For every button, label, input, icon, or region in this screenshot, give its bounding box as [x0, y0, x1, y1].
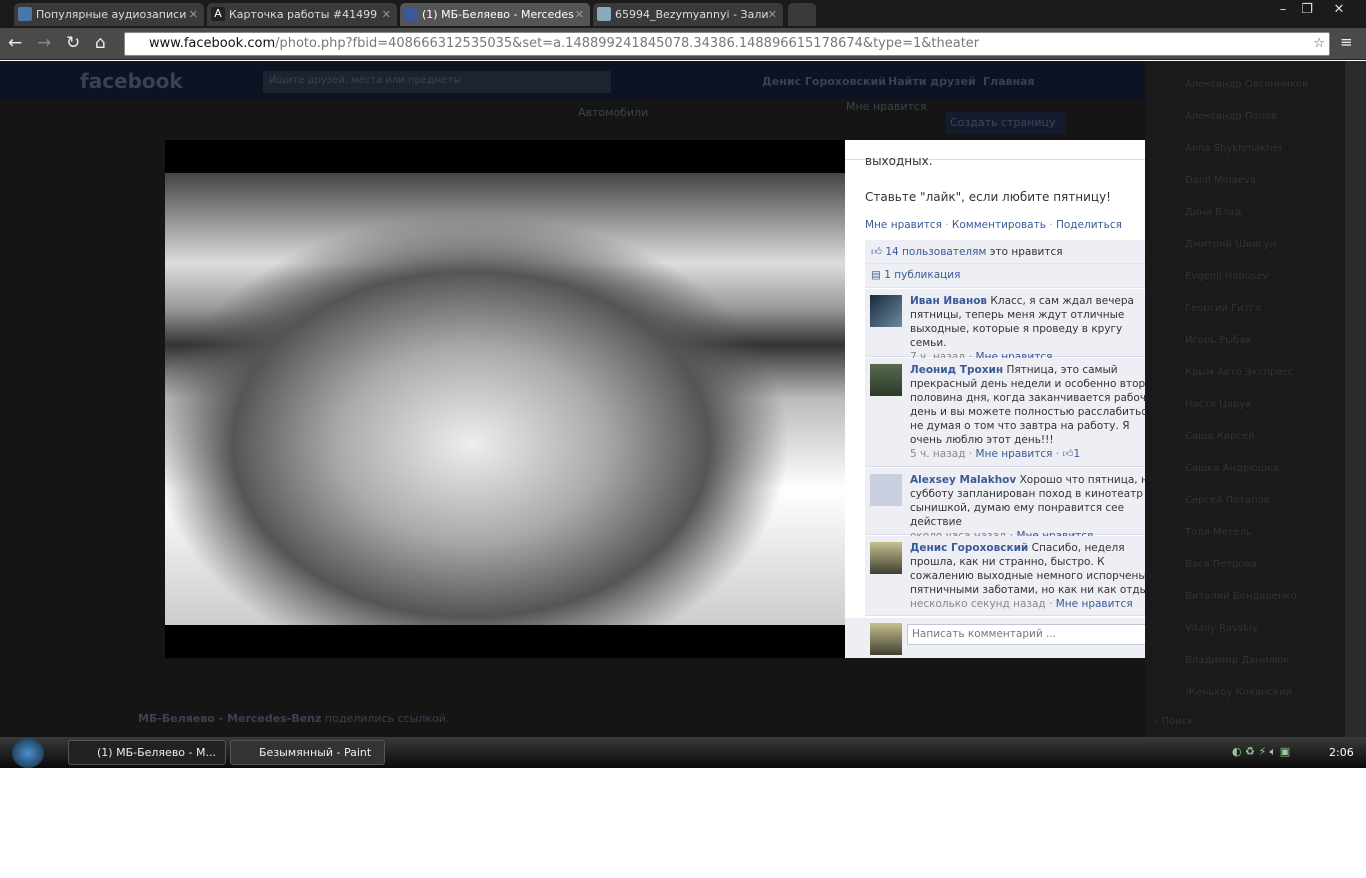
- home-icon[interactable]: ⌂: [95, 33, 106, 53]
- facebook-icon: [404, 7, 418, 21]
- comment-author[interactable]: Леонид Трохин: [910, 364, 1003, 376]
- taskbar-paint[interactable]: Безымянный - Paint: [230, 740, 385, 765]
- a-icon: A: [211, 7, 225, 21]
- profile-link[interactable]: Денис Гороховский: [762, 75, 886, 88]
- likes-summary: 👍︎ 14 пользователям это нравится: [865, 240, 1165, 264]
- share-doc-icon: ▤: [871, 269, 881, 281]
- comment-author[interactable]: Alexsey Malakhov: [910, 474, 1016, 486]
- comment-composer: Написать комментарий ...: [845, 618, 1185, 658]
- share-link[interactable]: Поделиться: [1056, 219, 1122, 231]
- avatar[interactable]: [870, 542, 902, 574]
- tray-icons[interactable]: ◐ ♻ ⚡ 🔈︎ ▣: [1232, 745, 1290, 759]
- start-button[interactable]: [12, 738, 44, 768]
- facebook-page-dimmed: facebook Ищите друзей, места или предмет…: [0, 61, 1366, 737]
- avatar[interactable]: [870, 295, 902, 327]
- avatar-default[interactable]: [870, 474, 902, 506]
- chat-friend[interactable]: Дмитрий Швигун: [1185, 239, 1276, 250]
- clock[interactable]: 2:06: [1329, 746, 1354, 759]
- chat-search[interactable]: ⌕ Поиск: [1145, 711, 1345, 737]
- thumbs-up-icon: 👍︎: [871, 246, 882, 258]
- address-bar[interactable]: www.facebook.com/photo.php?fbid=40866631…: [124, 32, 1330, 56]
- find-friends-link[interactable]: Найти друзей: [888, 75, 976, 88]
- chat-friend[interactable]: Vitaliy Ravskiy: [1185, 623, 1258, 634]
- chat-friend[interactable]: Георгий Гитгл: [1185, 303, 1261, 314]
- search-input[interactable]: Ищите друзей, места или предметы: [263, 71, 611, 93]
- close-tab-icon[interactable]: ✕: [382, 3, 391, 26]
- avatar[interactable]: [870, 364, 902, 396]
- chat-sidebar: Александр Овсянников Александр Попов Anna …: [1145, 61, 1345, 737]
- tab-strip: Популярные аудиозаписи ✕ A Карточка работы…: [0, 0, 1366, 28]
- photo-mercedes-splash[interactable]: [165, 173, 845, 625]
- shares-summary: ▤ 1 публикация: [865, 264, 1165, 288]
- avatar: [870, 623, 902, 655]
- tab-card[interactable]: A Карточка работы #41499 ✕: [207, 3, 397, 26]
- tab-audio[interactable]: Популярные аудиозаписи ✕: [14, 3, 204, 26]
- back-icon[interactable]: ←: [8, 33, 22, 53]
- windows-taskbar: (1) МБ-Беляево - M... Безымянный - Paint…: [0, 737, 1366, 768]
- forward-icon[interactable]: →: [37, 33, 51, 53]
- restore-button[interactable]: ❐: [1294, 2, 1320, 17]
- chat-friend[interactable]: Игорь Рыбак: [1185, 335, 1252, 346]
- chat-friend[interactable]: Виталий Бондаренко: [1185, 591, 1297, 602]
- chat-friend[interactable]: Настя Царук: [1185, 399, 1251, 410]
- chat-friend[interactable]: Дина Влад: [1185, 207, 1241, 218]
- tab-image[interactable]: 65994_Bezymyannyi - Зали ✕: [593, 3, 783, 26]
- thumbs-up-icon: 👍︎: [1062, 448, 1074, 460]
- image-icon: [597, 7, 611, 21]
- page-scrollbar[interactable]: [1345, 61, 1366, 737]
- comment-author[interactable]: Денис Гороховский: [910, 542, 1028, 554]
- post-text-tail: выходных.: [865, 154, 933, 168]
- chat-friend[interactable]: Толя Метель: [1185, 527, 1252, 538]
- comment: Иван Иванов Класс, я сам ждал вечера пят…: [865, 289, 1165, 363]
- close-tab-icon[interactable]: ✕: [575, 3, 584, 26]
- chat-friend[interactable]: Женькоу Коканский: [1185, 687, 1292, 698]
- home-link[interactable]: Главная: [983, 75, 1035, 88]
- minimize-button[interactable]: –: [1270, 2, 1296, 17]
- post-actions: Мне нравится · Комментировать · Поделить…: [865, 219, 1122, 231]
- comment: Леонид Трохин Пятница, это самый прекрас…: [865, 358, 1165, 467]
- vk-icon: [18, 7, 32, 21]
- chat-friend[interactable]: Александр Овсянников: [1185, 79, 1308, 90]
- comment-link[interactable]: Комментировать: [952, 219, 1046, 231]
- browser-toolbar: ← → ↻ ⌂ www.facebook.com/photo.php?fbid=…: [0, 28, 1366, 60]
- close-window-button[interactable]: ✕: [1326, 2, 1352, 17]
- comment-author[interactable]: Иван Иванов: [910, 295, 987, 307]
- chat-friend[interactable]: Evgenij Habusev: [1185, 271, 1268, 282]
- chat-friend[interactable]: Крым Авто Экспресс: [1185, 367, 1293, 378]
- facebook-header: facebook Ищите друзей, места или предмет…: [0, 61, 1145, 99]
- reload-icon[interactable]: ↻: [66, 33, 80, 53]
- comment-like-link[interactable]: Мне нравится: [976, 448, 1053, 460]
- menu-icon[interactable]: ≡: [1340, 33, 1353, 51]
- create-page-button[interactable]: Создать страницу: [946, 112, 1066, 134]
- close-tab-icon[interactable]: ✕: [189, 3, 198, 26]
- like-link[interactable]: Мне нравится: [865, 219, 942, 231]
- comment-like-link[interactable]: Мне нравится: [1056, 598, 1133, 610]
- post-text: Ставьте "лайк", если любите пятницу!: [865, 190, 1111, 204]
- chat-friend[interactable]: Вася Петрова: [1185, 559, 1257, 570]
- shared-post-header: МБ-Беляево - Mercedes-Benz поделились сс…: [138, 712, 450, 725]
- taskbar-chrome[interactable]: (1) МБ-Беляево - M...: [68, 740, 226, 765]
- chat-friend[interactable]: Danil Minaeva: [1185, 175, 1256, 186]
- page-like-link[interactable]: Мне нравится: [846, 100, 927, 113]
- chat-friend[interactable]: Сашка Андрюшка: [1185, 463, 1279, 474]
- comment: Денис Гороховский Спасибо, неделя прошла…: [865, 536, 1165, 616]
- new-tab-button[interactable]: [788, 3, 816, 26]
- photo-viewer: [165, 140, 845, 658]
- star-icon[interactable]: ☆: [1313, 33, 1325, 55]
- close-tab-icon[interactable]: ✕: [768, 3, 777, 26]
- comment-like-count[interactable]: 1: [1073, 448, 1080, 460]
- comment: Alexsey Malakhov Хорошо что пятница, на …: [865, 468, 1165, 542]
- chat-friend[interactable]: Александр Попов: [1185, 111, 1277, 122]
- chat-friend[interactable]: Саша Кирсей: [1185, 431, 1255, 442]
- chat-friend[interactable]: Сергей Потапов: [1185, 495, 1270, 506]
- chat-friend[interactable]: Anna Shykhmakher: [1185, 143, 1283, 154]
- category-label: Автомобили: [578, 106, 649, 119]
- comment-input[interactable]: Написать комментарий ...: [907, 624, 1165, 645]
- tab-facebook[interactable]: (1) МБ-Беляево - Mercedes ✕: [400, 3, 590, 26]
- photo-comments-panel: ✕ выходных. Ставьте "лайк", если любите …: [845, 140, 1185, 658]
- chat-friend[interactable]: Владимир Данилюк: [1185, 655, 1289, 666]
- facebook-logo[interactable]: facebook: [80, 69, 183, 93]
